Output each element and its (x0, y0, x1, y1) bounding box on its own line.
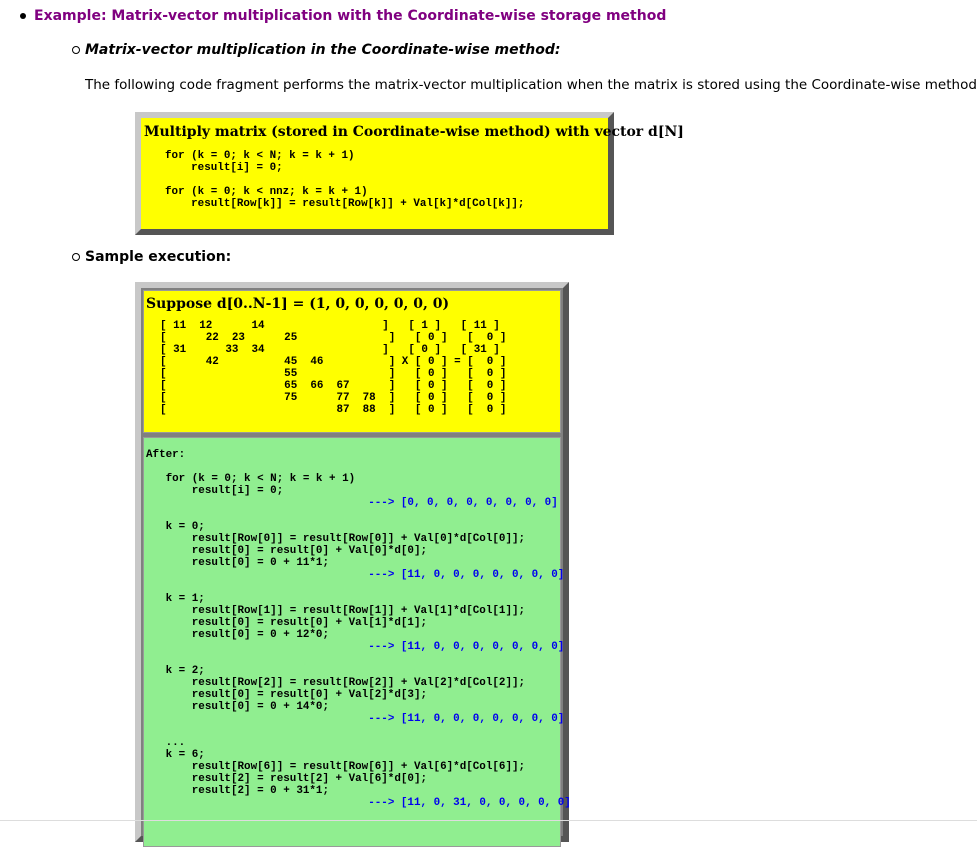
trace-line: for (k = 0; k < N; k = k + 1) (146, 473, 558, 485)
trace-line: k = 2; (146, 665, 558, 677)
trace-code: result[0] = 0 + 11*1; (146, 557, 329, 569)
execution-trace: for (k = 0; k < N; k = k + 1) result[i] … (146, 461, 571, 809)
trace-line (146, 653, 558, 665)
code-fragment: for (k = 0; k < N; k = k + 1) result[i] … (144, 150, 605, 210)
intro-paragraph: The following code fragment performs the… (85, 77, 977, 93)
trace-line: ---> [11, 0, 0, 0, 0, 0, 0, 0] (146, 641, 564, 653)
matrix-row: [ 22 23 25 ] [ 0 ] [ 0 ] (160, 332, 507, 344)
matrix-row: [ 87 88 ] [ 0 ] [ 0 ] (160, 404, 507, 416)
example-title: Example: Matrix-vector multiplication wi… (34, 8, 667, 24)
trace-code (146, 497, 368, 509)
trace-line: result[0] = result[0] + Val[2]*d[3]; (146, 689, 558, 701)
trace-line: result[Row[0]] = result[Row[0]] + Val[0]… (146, 533, 558, 545)
matrix-row: [ 75 77 78 ] [ 0 ] [ 0 ] (160, 392, 507, 404)
trace-line: result[0] = 0 + 11*1; (146, 557, 558, 569)
matrix-row: [ 42 45 46 ] X [ 0 ] = [ 0 ] (160, 356, 507, 368)
matrix-row: [ 11 12 14 ] [ 1 ] [ 11 ] (160, 320, 500, 332)
trace-line: result[Row[1]] = result[Row[1]] + Val[1]… (146, 605, 558, 617)
trace-code (146, 641, 368, 653)
trace-code: result[Row[6]] = result[Row[6]] + Val[6]… (146, 761, 526, 773)
trace-line: k = 6; (146, 749, 558, 761)
trace-code: result[0] = result[0] + Val[0]*d[0]; (146, 545, 428, 557)
sample-execution-box: Suppose d[0..N-1] = (1, 0, 0, 0, 0, 0, 0… (135, 282, 571, 847)
trace-line: result[0] = result[0] + Val[0]*d[0]; (146, 545, 558, 557)
section-heading-sample-execution: Sample execution: (85, 249, 232, 265)
code-box: Multiply matrix (stored in Coordinate-wi… (135, 112, 684, 235)
matrix-display: [ 11 12 14 ] [ 1 ] [ 11 ][ 22 23 25 ] [ … (146, 320, 558, 416)
trace-result-arrow: ---> [11, 0, 31, 0, 0, 0, 0, 0] (368, 797, 571, 809)
trace-line: k = 0; (146, 521, 558, 533)
trace-line: ---> [11, 0, 0, 0, 0, 0, 0, 0] (146, 569, 564, 581)
trace-line: result[0] = 0 + 14*0; (146, 701, 558, 713)
trace-result-arrow: ---> [11, 0, 0, 0, 0, 0, 0, 0] (368, 713, 565, 725)
trace-code (146, 713, 368, 725)
trace-code (146, 797, 368, 809)
trace-code: k = 2; (146, 665, 205, 677)
trace-code: result[Row[1]] = result[Row[1]] + Val[1]… (146, 605, 526, 617)
bullet-icon (20, 13, 26, 19)
trace-code: result[0] = 0 + 14*0; (146, 701, 329, 713)
code-line: for (k = 0; k < N; k = k + 1) (165, 150, 355, 162)
matrix-row: [ 55 ] [ 0 ] [ 0 ] (160, 368, 507, 380)
trace-code: result[2] = 0 + 31*1; (146, 785, 329, 797)
trace-code: ... (146, 737, 186, 749)
trace-result-arrow: ---> [0, 0, 0, 0, 0, 0, 0, 0] (368, 497, 558, 509)
code-box-title: Multiply matrix (stored in Coordinate-wi… (144, 124, 684, 140)
trace-line: k = 1; (146, 593, 558, 605)
trace-line: result[i] = 0; (146, 485, 558, 497)
trace-line: result[0] = result[0] + Val[1]*d[1]; (146, 617, 558, 629)
trace-code (146, 569, 368, 581)
trace-code: k = 0; (146, 521, 205, 533)
code-box-panel: Multiply matrix (stored in Coordinate-wi… (141, 118, 684, 229)
matrix-panel-title: Suppose d[0..N-1] = (1, 0, 0, 0, 0, 0, 0… (146, 296, 450, 312)
trace-line: ---> [0, 0, 0, 0, 0, 0, 0, 0] (146, 497, 558, 509)
trace-line: result[0] = 0 + 12*0; (146, 629, 558, 641)
trace-code: result[0] = result[0] + Val[1]*d[1]; (146, 617, 428, 629)
trace-code: k = 1; (146, 593, 205, 605)
after-label: After: (146, 449, 186, 461)
trace-line: result[Row[2]] = result[Row[2]] + Val[2]… (146, 677, 558, 689)
trace-code: result[2] = result[2] + Val[6]*d[0]; (146, 773, 428, 785)
code-line: for (k = 0; k < nnz; k = k + 1) (165, 186, 368, 198)
trace-code: result[Row[2]] = result[Row[2]] + Val[2]… (146, 677, 526, 689)
trace-result-arrow: ---> [11, 0, 0, 0, 0, 0, 0, 0] (368, 569, 565, 581)
trace-code: result[i] = 0; (146, 485, 284, 497)
trace-code: k = 6; (146, 749, 205, 761)
trace-result-arrow: ---> [11, 0, 0, 0, 0, 0, 0, 0] (368, 641, 565, 653)
matrix-row: [ 31 33 34 ] [ 0 ] [ 31 ] (160, 344, 500, 356)
trace-line: result[2] = result[2] + Val[6]*d[0]; (146, 773, 558, 785)
after-panel: After: for (k = 0; k < N; k = k + 1) res… (143, 437, 571, 847)
divider (0, 820, 977, 821)
trace-line (146, 581, 558, 593)
trace-line: result[2] = 0 + 31*1; (146, 785, 558, 797)
code-line: result[Row[k]] = result[Row[k]] + Val[k]… (165, 198, 525, 210)
trace-line (146, 461, 558, 473)
circle-bullet-icon (72, 46, 80, 54)
trace-line (146, 725, 558, 737)
trace-code: for (k = 0; k < N; k = k + 1) (146, 473, 356, 485)
trace-line: result[Row[6]] = result[Row[6]] + Val[6]… (146, 761, 558, 773)
code-line: result[i] = 0; (165, 162, 283, 174)
trace-code: result[Row[0]] = result[Row[0]] + Val[0]… (146, 533, 526, 545)
circle-bullet-icon (72, 253, 80, 261)
section-heading-coordinate-method: Matrix-vector multiplication in the Coor… (85, 42, 561, 58)
trace-code: result[0] = result[0] + Val[2]*d[3]; (146, 689, 428, 701)
trace-line (146, 509, 558, 521)
matrix-row: [ 65 66 67 ] [ 0 ] [ 0 ] (160, 380, 507, 392)
matrix-panel: Suppose d[0..N-1] = (1, 0, 0, 0, 0, 0, 0… (143, 290, 561, 433)
trace-code: result[0] = 0 + 12*0; (146, 629, 329, 641)
trace-line: ---> [11, 0, 0, 0, 0, 0, 0, 0] (146, 713, 564, 725)
trace-line: ... (146, 737, 558, 749)
trace-line: ---> [11, 0, 31, 0, 0, 0, 0, 0] (146, 797, 571, 809)
